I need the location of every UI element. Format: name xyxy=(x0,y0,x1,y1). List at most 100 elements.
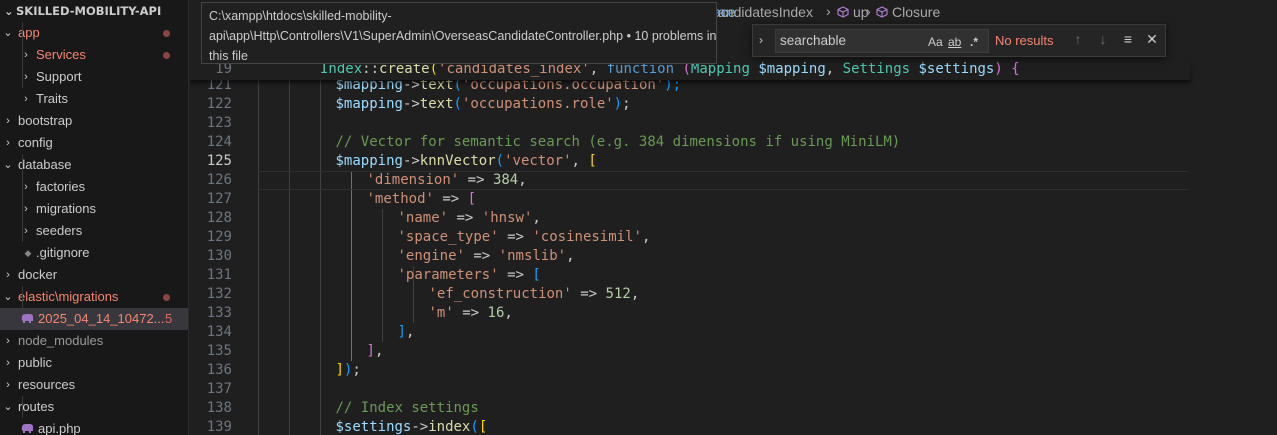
code-line[interactable]: 138 // Index settings xyxy=(190,399,1190,418)
code-token: 'method' xyxy=(366,191,434,207)
tree-item[interactable]: › Support xyxy=(0,66,188,88)
code-token: -> xyxy=(402,96,420,112)
tree-item-label: migrations xyxy=(36,201,96,216)
code-line[interactable]: 137 xyxy=(190,380,1190,399)
tree-item[interactable]: 2025_04_14_10472... 5 xyxy=(0,308,188,330)
tree-item[interactable]: ⌄ app xyxy=(0,22,188,44)
explorer-root-header[interactable]: ⌄ SKILLED-MOBILITY-API xyxy=(0,0,188,22)
tree-item[interactable]: ⌄ elastic\migrations xyxy=(0,286,188,308)
chevron-right-icon: › xyxy=(6,335,10,347)
code-text: 'space_type' => 'cosinesimil', xyxy=(398,228,651,247)
code-line[interactable]: 135], xyxy=(190,342,1190,361)
tree-item-label: api.php xyxy=(38,421,81,435)
code-token: $settings xyxy=(335,419,412,435)
whole-word-toggle[interactable]: ab xyxy=(948,35,961,49)
filter-lines-icon[interactable]: ≡ xyxy=(1119,31,1137,51)
tree-item[interactable]: › docker xyxy=(0,264,188,286)
code-token: ] xyxy=(366,343,375,359)
code-line[interactable]: 133 'm' => 16, xyxy=(190,304,1190,323)
code-text: ], xyxy=(398,323,415,342)
code-token: text xyxy=(419,96,454,112)
line-number: 126 xyxy=(206,172,232,188)
tree-item[interactable]: › Services xyxy=(0,44,188,66)
code-line[interactable]: 132 'ef_construction' => 512, xyxy=(190,285,1190,304)
code-line[interactable]: 129 'space_type' => 'cosinesimil', xyxy=(190,228,1190,247)
code-token: ( xyxy=(470,419,479,435)
line-number: 131 xyxy=(206,267,232,283)
tree-item[interactable]: › bootstrap xyxy=(0,110,188,132)
code-text: ], xyxy=(367,342,384,361)
code-line[interactable]: 125 $mapping->knnVector('vector', [ xyxy=(190,152,1190,171)
breadcrumb-item-index[interactable]: andidatesIndex xyxy=(718,4,813,20)
code-line[interactable]: 131 'parameters' => [ xyxy=(190,266,1190,285)
tree-item[interactable]: › node_modules xyxy=(0,330,188,352)
code-line[interactable]: 134], xyxy=(190,323,1190,342)
code-text: $mapping->knnVector('vector', [ xyxy=(336,152,597,171)
tree-item[interactable]: api.php xyxy=(0,418,188,435)
code-token: ] xyxy=(335,362,344,378)
code-line[interactable]: 128 'name' => 'hnsw', xyxy=(190,209,1190,228)
php-elephant-icon xyxy=(21,424,33,433)
tree-item-label: config xyxy=(18,135,53,150)
chevron-right-icon: › xyxy=(866,3,871,19)
code-token: , xyxy=(518,172,527,188)
tree-item[interactable]: › resources xyxy=(0,374,188,396)
symbol-cube-icon xyxy=(837,6,849,18)
code-line[interactable]: 123 xyxy=(190,114,1190,133)
arrow-down-icon[interactable]: ↓ xyxy=(1094,31,1112,51)
code-token: ( xyxy=(453,96,462,112)
code-text: // Vector for semantic search (e.g. 384 … xyxy=(336,133,901,152)
code-token: 384 xyxy=(492,172,519,188)
code-editor[interactable]: 121 $mapping->text('occupations.occupatio… xyxy=(190,24,1190,435)
code-token: , xyxy=(405,324,415,340)
code-token: knnVector xyxy=(419,153,496,169)
breadcrumb-item-closure[interactable]: Closure xyxy=(892,4,940,20)
code-token: 'nmslib' xyxy=(498,248,567,264)
code-token: , xyxy=(374,343,384,359)
match-case-toggle[interactable]: Aa xyxy=(928,35,943,49)
problem-dot-badge xyxy=(163,30,170,37)
tree-item[interactable]: › seeders xyxy=(0,220,188,242)
code-token: => xyxy=(448,210,482,226)
code-token: ) xyxy=(613,96,623,112)
code-token: 'dimension' xyxy=(366,172,460,188)
code-token: , xyxy=(641,229,651,245)
tree-item[interactable]: ⌄ database xyxy=(0,154,188,176)
chevron-down-icon: ⌄ xyxy=(3,291,13,303)
chevron-right-icon: › xyxy=(6,379,10,391)
arrow-up-icon[interactable]: ↑ xyxy=(1069,31,1087,51)
tree-item[interactable]: › factories xyxy=(0,176,188,198)
code-token: -> xyxy=(411,419,429,435)
chevron-down-icon: ⌄ xyxy=(3,159,13,171)
code-line[interactable]: 124 // Vector for semantic search (e.g. 3… xyxy=(190,133,1190,152)
code-token: 'parameters' xyxy=(397,267,499,283)
tree-item-label: node_modules xyxy=(18,333,104,348)
chevron-right-icon: › xyxy=(6,269,10,281)
code-line[interactable]: 136]); xyxy=(190,361,1190,380)
code-line[interactable]: 122 $mapping->text('occupations.role'); xyxy=(190,95,1190,114)
chevron-right-icon[interactable]: › xyxy=(759,33,773,49)
chevron-down-icon: ⌄ xyxy=(3,27,13,39)
tree-item[interactable]: ⌄ routes xyxy=(0,396,188,418)
tree-item[interactable]: › migrations xyxy=(0,198,188,220)
close-icon[interactable]: ✕ xyxy=(1143,31,1161,51)
find-input-value: searchable xyxy=(780,33,847,48)
problem-count-badge: 5 xyxy=(165,311,173,326)
line-number: 128 xyxy=(206,210,232,226)
code-line[interactable]: 130 'engine' => 'nmslib', xyxy=(190,247,1190,266)
code-line[interactable]: 127 'method' => [ xyxy=(190,190,1190,209)
tree-item[interactable]: › Traits xyxy=(0,88,188,110)
code-line[interactable]: 139 $settings->index([ xyxy=(190,418,1190,435)
explorer-root-label: SKILLED-MOBILITY-API xyxy=(16,4,162,18)
code-token: [ xyxy=(478,419,488,435)
chevron-down-icon: ⌄ xyxy=(4,4,14,18)
find-input[interactable]: searchable Aa ab .* xyxy=(775,29,989,53)
tree-item-label: elastic\migrations xyxy=(18,289,119,304)
line-number: 132 xyxy=(206,286,232,302)
code-line[interactable]: 126 'dimension' => 384, xyxy=(190,171,1190,190)
regex-toggle[interactable]: .* xyxy=(970,35,978,49)
tree-item[interactable]: › config xyxy=(0,132,188,154)
tree-item[interactable]: › public xyxy=(0,352,188,374)
tree-item[interactable]: ◆ .gitignore xyxy=(0,242,188,264)
line-number: 125 xyxy=(206,153,232,169)
